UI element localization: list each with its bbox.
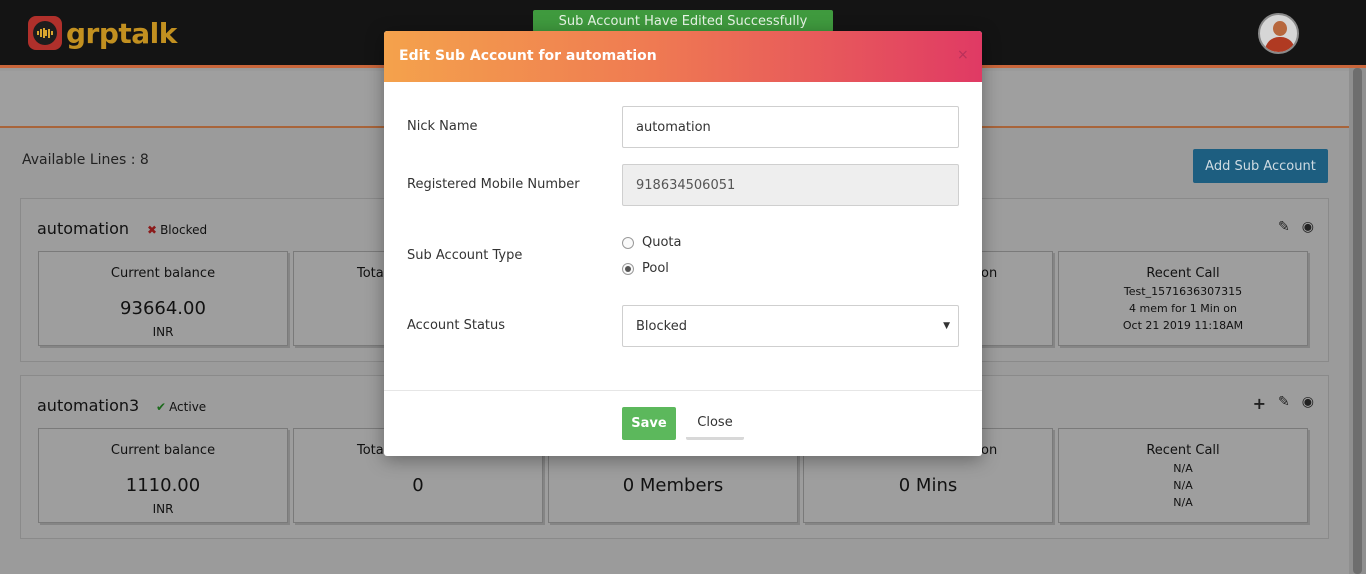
brand-name: grptalk	[66, 16, 177, 50]
add-plus-icon[interactable]: +	[1253, 394, 1266, 413]
recent-call-label: Recent Call	[1146, 266, 1220, 281]
radio-pool[interactable]: Pool	[622, 261, 669, 276]
account-status-value: Blocked	[636, 318, 687, 334]
status-text: Blocked	[160, 223, 208, 237]
recent-call-cell: Recent Call N/A N/A N/A	[1058, 428, 1308, 523]
radio-button[interactable]	[622, 236, 634, 249]
edit-pencil-icon[interactable]: ✎	[1278, 394, 1290, 413]
mobile-number-field: 918634506051	[622, 164, 959, 206]
radio-label: Pool	[642, 261, 669, 276]
close-icon[interactable]: ×	[957, 47, 969, 63]
duration-value: 0 Mins	[898, 475, 958, 496]
recent-call-line: 4 mem for 1 Min on	[1128, 302, 1238, 315]
current-balance-cell: Current balance 93664.00 INR	[38, 251, 288, 346]
add-sub-account-button[interactable]: Add Sub Account	[1193, 149, 1328, 183]
status-badge: ✔ Active	[156, 400, 206, 414]
active-check-icon: ✔	[156, 400, 167, 414]
recent-call-cell: Recent Call Test_1571636307315 4 mem for…	[1058, 251, 1308, 346]
modal-footer: Save Close	[384, 390, 982, 456]
status-text: Active	[169, 400, 207, 414]
total-value: 0	[412, 475, 424, 496]
edit-sub-account-modal: Edit Sub Account for automation × Nick N…	[384, 31, 982, 456]
dropdown-arrow-icon: ▼	[943, 321, 950, 331]
save-button[interactable]: Save	[622, 407, 676, 440]
view-eye-icon[interactable]: ◉	[1302, 219, 1314, 235]
edit-pencil-icon[interactable]: ✎	[1278, 219, 1290, 235]
members-value: 0 Members	[622, 475, 724, 496]
nick-name-label: Nick Name	[407, 119, 478, 134]
status-badge: ✖ Blocked	[147, 223, 207, 237]
current-balance-label: Current balance	[110, 443, 216, 458]
page-scrollbar[interactable]	[1349, 68, 1366, 574]
blocked-x-icon: ✖	[147, 223, 158, 237]
sub-account-type-label: Sub Account Type	[407, 248, 523, 263]
scrollbar-thumb[interactable]	[1353, 68, 1362, 574]
sub-account-name: automation	[37, 219, 130, 238]
recent-call-line: Oct 21 2019 11:18AM	[1122, 319, 1244, 332]
modal-header: Edit Sub Account for automation ×	[384, 31, 982, 82]
nick-name-input[interactable]: automation	[622, 106, 959, 148]
radio-label: Quota	[642, 235, 682, 250]
current-balance-value: 1110.00	[125, 475, 201, 496]
current-balance-label: Current balance	[110, 266, 216, 281]
recent-call-line: N/A	[1173, 479, 1193, 492]
user-avatar-icon[interactable]	[1258, 13, 1299, 54]
success-toast: Sub Account Have Edited Successfully	[533, 10, 833, 32]
radio-quota[interactable]: Quota	[622, 235, 682, 250]
logo-mark-icon	[28, 16, 62, 50]
current-balance-value: 93664.00	[120, 298, 206, 319]
radio-button-selected[interactable]	[622, 262, 634, 275]
recent-call-line: Test_1571636307315	[1123, 285, 1243, 298]
account-status-label: Account Status	[407, 318, 506, 333]
recent-call-label: Recent Call	[1146, 443, 1220, 458]
recent-call-line: N/A	[1173, 462, 1193, 475]
currency: INR	[152, 325, 174, 339]
view-eye-icon[interactable]: ◉	[1302, 394, 1314, 413]
account-status-select[interactable]: Blocked ▼	[622, 305, 959, 347]
recent-call-line: N/A	[1173, 496, 1193, 509]
currency: INR	[152, 502, 174, 516]
grptalk-logo[interactable]: grptalk	[28, 16, 177, 50]
available-lines: Available Lines : 8	[22, 152, 149, 168]
sub-account-name: automation3	[37, 396, 140, 415]
mobile-number-label: Registered Mobile Number	[407, 177, 580, 192]
modal-title: Edit Sub Account for automation	[399, 48, 657, 64]
current-balance-cell: Current balance 1110.00 INR	[38, 428, 288, 523]
close-button[interactable]: Close	[686, 407, 744, 440]
